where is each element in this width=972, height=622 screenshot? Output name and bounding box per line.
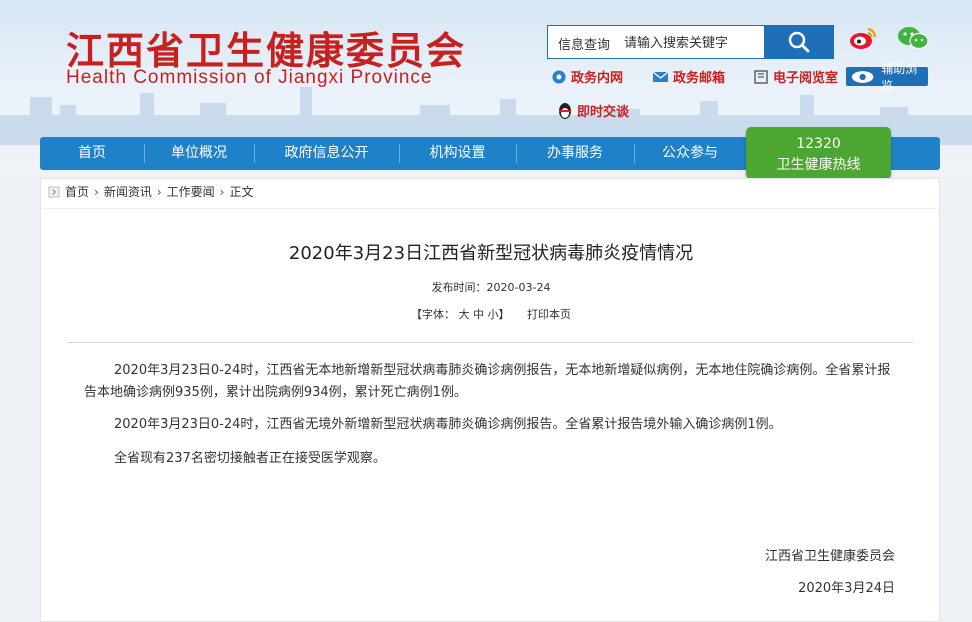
font-size-close: 】 xyxy=(498,308,510,321)
article-paragraph: 2020年3月23日0-24时，江西省无本地新增新型冠状病毒肺炎确诊病例报告，无… xyxy=(84,363,891,400)
nav-item-services[interactable]: 办事服务 xyxy=(516,137,634,170)
article-sign-date: 2020年3月24日 xyxy=(798,581,895,596)
publish-info: 发布时间：2020-03-24 xyxy=(41,279,941,295)
font-small-button[interactable]: 小 xyxy=(488,308,499,321)
breadcrumb-news[interactable]: 新闻资讯 xyxy=(104,183,152,200)
nav-item-gov-info[interactable]: 政府信息公开 xyxy=(254,137,399,170)
hotline-badge[interactable]: 12320 卫生健康热线 xyxy=(746,127,891,179)
link-mail-label: 政务邮箱 xyxy=(673,71,726,86)
search-scope-label[interactable]: 信息查询 xyxy=(558,34,610,53)
article-title: 2020年3月23日江西省新型冠状病毒肺炎疫情情况 xyxy=(288,243,694,264)
publish-date: 2020-03-24 xyxy=(486,281,551,294)
search-input[interactable] xyxy=(622,31,766,55)
article-paragraph: 全省现有237名密切接触者正在接受医学观察。 xyxy=(114,451,386,466)
search-button[interactable] xyxy=(764,25,834,59)
search-icon xyxy=(788,31,810,53)
article-tools: 【字体： 大 中 小】 打印本页 xyxy=(41,306,941,322)
link-mail[interactable]: 政务邮箱 xyxy=(652,67,725,86)
site-title-en: Health Commission of Jiangxi Province xyxy=(66,67,433,88)
font-medium-button[interactable]: 中 xyxy=(473,308,484,321)
assist-browse-button[interactable]: 辅助浏览 xyxy=(846,62,928,93)
chevron-right-icon: › xyxy=(94,184,99,199)
breadcrumb-current: 正文 xyxy=(229,185,254,199)
hotline-label: 卫生健康热线 xyxy=(776,157,861,173)
link-intranet[interactable]: 政务内网 xyxy=(551,67,623,86)
nav-item-organization[interactable]: 机构设置 xyxy=(399,137,516,170)
hotline-number: 12320 xyxy=(796,136,841,152)
article-signature: 江西省卫生健康委员会 xyxy=(764,549,895,564)
breadcrumb-work-news[interactable]: 工作要闻 xyxy=(167,183,215,200)
link-chat[interactable]: 即时交谈 xyxy=(557,101,629,120)
title-divider xyxy=(68,342,913,343)
assist-browse-label: 辅助浏览 xyxy=(881,61,918,93)
book-icon xyxy=(754,69,768,84)
chevron-right-icon: › xyxy=(219,184,225,199)
weibo-icon[interactable] xyxy=(846,24,880,52)
search-box: 信息查询 xyxy=(547,25,834,59)
eye-icon xyxy=(851,70,874,83)
publish-label: 发布时间： xyxy=(431,281,487,294)
link-chat-label: 即时交谈 xyxy=(577,105,630,120)
article-panel: 首页 › 新闻资讯 › 工作要闻 › 正文 2020年3月23日江西省新型冠状病… xyxy=(40,178,940,622)
chevron-right-icon: › xyxy=(156,184,162,199)
link-reading-room[interactable]: 电子阅览室 xyxy=(753,67,838,86)
qq-penguin-icon xyxy=(559,102,571,119)
breadcrumb-divider xyxy=(41,208,939,209)
location-icon xyxy=(48,186,60,197)
mail-icon xyxy=(652,70,669,82)
print-button[interactable]: 打印本页 xyxy=(527,308,571,321)
wechat-icon[interactable] xyxy=(896,24,930,52)
nav-item-public[interactable]: 公众参与 xyxy=(634,137,746,170)
breadcrumb-home[interactable]: 首页 xyxy=(65,183,89,200)
breadcrumb: 首页 › 新闻资讯 › 工作要闻 › 正文 xyxy=(48,183,254,200)
nav-item-about[interactable]: 单位概况 xyxy=(144,137,254,170)
font-large-button[interactable]: 大 xyxy=(459,308,470,321)
font-size-label: 【字体： xyxy=(411,308,455,321)
article-paragraph: 2020年3月23日0-24时，江西省无境外新增新型冠状病毒肺炎确诊病例报告。全… xyxy=(114,417,782,432)
link-intranet-label: 政务内网 xyxy=(571,71,624,86)
nav-item-home[interactable]: 首页 xyxy=(40,137,144,170)
link-reading-room-label: 电子阅览室 xyxy=(773,71,839,86)
intranet-icon xyxy=(552,70,566,83)
